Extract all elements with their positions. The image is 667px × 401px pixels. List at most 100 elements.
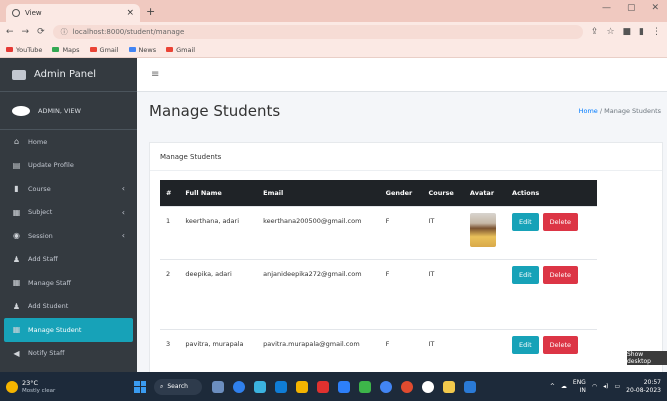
bookmark-item[interactable]: News xyxy=(128,46,156,54)
new-tab-button[interactable]: + xyxy=(146,5,155,18)
close-tab-icon[interactable]: × xyxy=(126,8,134,18)
battery-icon[interactable]: ▭ xyxy=(614,383,620,390)
cell-gender: F xyxy=(385,269,390,278)
sidebar-item-manage-student[interactable]: ▦ Manage Student xyxy=(4,318,133,342)
sidebar-item-label: Update Profile xyxy=(28,161,74,170)
tooltip: Show desktop xyxy=(627,351,667,365)
bookmark-item[interactable]: YouTube xyxy=(6,46,42,54)
start-button[interactable] xyxy=(134,380,146,393)
app-icon[interactable] xyxy=(401,380,413,393)
cloud-icon[interactable]: ☁ xyxy=(561,383,567,390)
book-icon: ▦ xyxy=(12,207,21,217)
reload-icon[interactable]: ⟳ xyxy=(37,27,45,37)
url-field[interactable]: ⓘ localhost:8000/student/manage xyxy=(52,25,583,39)
minimize-icon[interactable]: — xyxy=(602,3,611,13)
sidebar-item-label: Add Student xyxy=(28,302,69,311)
clock-icon: ◉ xyxy=(13,231,20,241)
cell-gender: F xyxy=(385,216,390,225)
bookmark-star-icon[interactable]: ☆ xyxy=(606,27,614,37)
sidebar-item-label: Manage Staff xyxy=(28,278,72,287)
bookmark-item[interactable]: Maps xyxy=(52,46,80,54)
weather-widget[interactable]: 23°C Mostly clear xyxy=(6,379,134,395)
sidebar-item-subject[interactable]: ▦ Subject ‹ xyxy=(0,201,137,225)
store-icon[interactable] xyxy=(275,380,287,393)
delete-button[interactable]: Delete xyxy=(542,212,578,231)
main-content: Manage Students Home / Manage Students M… xyxy=(137,92,667,382)
delete-button[interactable]: Delete xyxy=(542,265,578,284)
card-title: Manage Students xyxy=(150,143,662,171)
back-icon[interactable]: ← xyxy=(6,27,14,37)
app-icon[interactable] xyxy=(317,380,329,393)
sidebar-item-session[interactable]: ◉ Session ‹ xyxy=(0,224,137,248)
brand-link[interactable]: Admin Panel xyxy=(0,58,137,92)
sidebar-item-manage-staff[interactable]: ▦ Manage Staff xyxy=(0,271,137,295)
home-icon: ⌂ xyxy=(13,137,20,147)
cell-avatar xyxy=(464,259,506,329)
app-icon[interactable] xyxy=(443,380,455,393)
settings-icon[interactable] xyxy=(254,380,266,393)
forward-icon[interactable]: → xyxy=(22,27,30,37)
chrome-icon[interactable] xyxy=(380,380,392,393)
app-icon[interactable] xyxy=(359,380,371,393)
bookmark-icon xyxy=(52,47,60,52)
students-table: # Full Name Email Gender Course Avatar Actions… xyxy=(160,180,597,363)
mail-icon[interactable] xyxy=(338,380,350,393)
weather-desc: Mostly clear xyxy=(22,387,56,394)
sidebar-item-label: Session xyxy=(28,231,53,240)
edit-button[interactable]: Edit xyxy=(512,265,539,284)
weather-temp: 23°C xyxy=(22,378,39,387)
app-icon[interactable] xyxy=(422,380,434,393)
wifi-icon[interactable]: ◠ xyxy=(592,383,597,390)
task-view-icon[interactable] xyxy=(212,380,224,393)
user-panel[interactable]: ADMIN, VIEW xyxy=(0,92,137,130)
browser-tab[interactable]: View × xyxy=(6,4,140,22)
add-user-icon: ♟ xyxy=(12,254,21,264)
maximize-icon[interactable]: ▢ xyxy=(627,3,636,13)
sidebar-item-course[interactable]: ▮ Course ‹ xyxy=(0,177,137,201)
sidebar-item-add-staff[interactable]: ♟ Add Staff xyxy=(0,248,137,272)
clock[interactable]: 20:57 20-08-2023 xyxy=(626,379,661,395)
cell-course: IT xyxy=(428,216,435,225)
tab-title: View xyxy=(25,9,42,17)
column-header: Course xyxy=(428,188,454,197)
clock-date: 20-08-2023 xyxy=(626,386,661,394)
chevron-left-icon: ‹ xyxy=(121,184,125,194)
sidebar-item-notify-staff[interactable]: ◀ Notify Staff xyxy=(0,342,137,366)
language-indicator[interactable]: ENG IN xyxy=(573,379,586,395)
cell-name: pavitra, murapala xyxy=(185,339,244,348)
sidebar-item-home[interactable]: ⌂ Home xyxy=(0,130,137,154)
sidebar-item-add-student[interactable]: ♟ Add Student xyxy=(0,295,137,319)
edit-button[interactable]: Edit xyxy=(512,335,539,354)
explorer-icon[interactable] xyxy=(296,380,308,393)
vscode-icon[interactable] xyxy=(464,380,476,393)
volume-icon[interactable]: ◂) xyxy=(603,383,608,390)
browser-tab-bar: View × + — ▢ ✕ xyxy=(0,0,667,22)
close-window-icon[interactable]: ✕ xyxy=(651,3,659,13)
delete-button[interactable]: Delete xyxy=(542,335,578,354)
breadcrumb-home-link[interactable]: Home xyxy=(579,107,598,115)
taskbar-search[interactable]: ⌕ Search xyxy=(154,378,202,395)
column-header: Full Name xyxy=(185,188,222,197)
profile-icon[interactable]: ▮ xyxy=(639,27,644,37)
edge-icon[interactable] xyxy=(233,380,245,393)
site-info-icon[interactable]: ⓘ xyxy=(61,27,68,37)
tray-chevron-icon[interactable]: ^ xyxy=(550,383,555,390)
bookmark-item[interactable]: Gmail xyxy=(89,45,119,54)
column-header: Actions xyxy=(512,188,540,197)
sidebar-item-label: Subject xyxy=(28,208,53,217)
sidebar-item-label: Notify Staff xyxy=(28,349,65,358)
taskbar-search-label: Search xyxy=(167,383,188,390)
cell-gender: F xyxy=(385,339,390,348)
bookmark-label: Gmail xyxy=(99,45,119,54)
sidebar-nav: ⌂ Home ▤ Update Profile ▮ Course ‹ ▦ Subject ‹ ◉ Se… xyxy=(0,130,137,365)
column-header: Email xyxy=(263,188,284,197)
bookmark-item[interactable]: Gmail xyxy=(166,46,195,54)
sidebar-item-update-profile[interactable]: ▤ Update Profile xyxy=(0,154,137,178)
globe-icon xyxy=(12,9,20,17)
hamburger-menu-icon[interactable]: ≡ xyxy=(151,69,159,80)
browser-menu-icon[interactable]: ⋮ xyxy=(652,27,661,37)
cell-num: 1 xyxy=(166,216,171,225)
edit-button[interactable]: Edit xyxy=(512,212,539,231)
extension-icon[interactable]: ■ xyxy=(623,27,632,37)
share-icon[interactable]: ⇪ xyxy=(591,27,599,37)
